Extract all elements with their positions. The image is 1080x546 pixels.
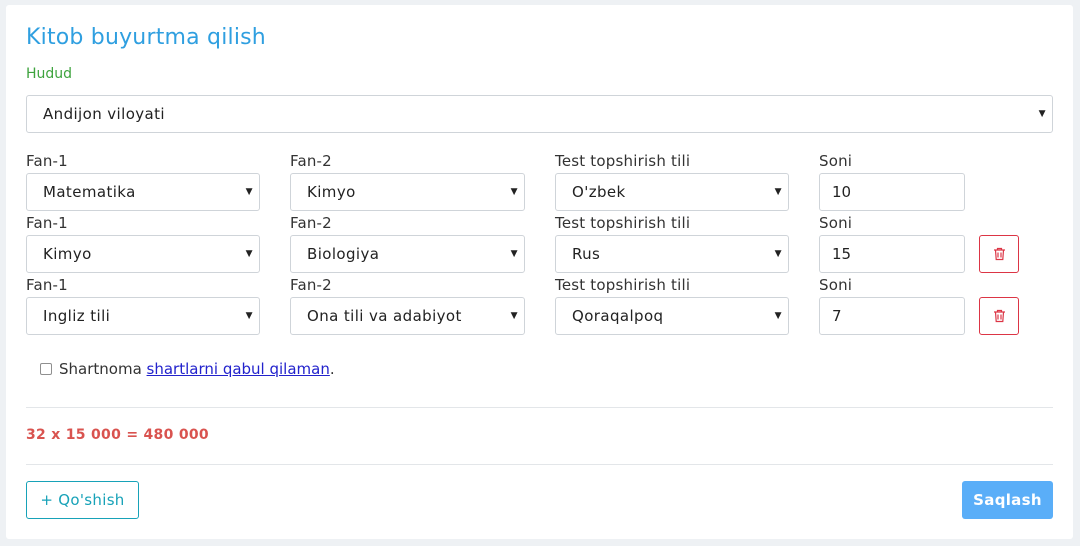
agreement-suffix: . xyxy=(329,360,335,378)
language-label: Test topshirish tili xyxy=(555,214,691,232)
caret-down-icon: ▼ xyxy=(245,249,253,259)
subject2-select[interactable]: Kimyo ▼ xyxy=(290,173,525,211)
language-select[interactable]: Qoraqalpoq ▼ xyxy=(555,297,789,335)
agreement-prefix: Shartnoma xyxy=(59,360,142,378)
trash-icon xyxy=(993,247,1005,261)
quantity-label: Soni xyxy=(819,152,853,170)
language-select-value: Qoraqalpoq xyxy=(572,307,664,325)
subject2-label: Fan-2 xyxy=(290,152,332,170)
subject1-select[interactable]: Kimyo ▼ xyxy=(26,235,260,273)
caret-down-icon: ▼ xyxy=(774,311,782,321)
subject2-label: Fan-2 xyxy=(290,276,332,294)
order-total: 32 x 15 000 = 480 000 xyxy=(26,427,209,443)
subject1-select-value: Kimyo xyxy=(43,245,92,263)
subject1-select[interactable]: Matematika ▼ xyxy=(26,173,260,211)
trash-icon xyxy=(993,309,1005,323)
subject2-select-value: Ona tili va adabiyot xyxy=(307,307,462,325)
caret-down-icon: ▼ xyxy=(245,187,253,197)
caret-down-icon: ▼ xyxy=(245,311,253,321)
subject1-select[interactable]: Ingliz tili ▼ xyxy=(26,297,260,335)
delete-row-button[interactable] xyxy=(979,235,1019,273)
subject2-select[interactable]: Biologiya ▼ xyxy=(290,235,525,273)
subject1-label: Fan-1 xyxy=(26,152,68,170)
agreement-row: Shartnoma shartlarni qabul qilaman. xyxy=(40,360,335,378)
quantity-input[interactable]: 15 xyxy=(819,235,965,273)
caret-down-icon: ▼ xyxy=(774,187,782,197)
caret-down-icon: ▼ xyxy=(1038,109,1046,119)
page-title: Kitob buyurtma qilish xyxy=(26,25,266,50)
terms-link[interactable]: shartlarni qabul qilaman xyxy=(147,360,330,378)
region-select-value: Andijon viloyati xyxy=(43,105,165,123)
quantity-input[interactable]: 10 xyxy=(819,173,965,211)
divider xyxy=(26,407,1053,408)
subject1-label: Fan-1 xyxy=(26,276,68,294)
divider xyxy=(26,464,1053,465)
add-row-button[interactable]: + Qo'shish xyxy=(26,481,139,519)
subject1-select-value: Matematika xyxy=(43,183,136,201)
caret-down-icon: ▼ xyxy=(510,311,518,321)
caret-down-icon: ▼ xyxy=(510,187,518,197)
subject2-select-value: Kimyo xyxy=(307,183,356,201)
agreement-checkbox[interactable] xyxy=(40,363,52,375)
save-button[interactable]: Saqlash xyxy=(962,481,1053,519)
subject2-select-value: Biologiya xyxy=(307,245,380,263)
subject2-select[interactable]: Ona tili va adabiyot ▼ xyxy=(290,297,525,335)
region-select[interactable]: Andijon viloyati ▼ xyxy=(26,95,1053,133)
caret-down-icon: ▼ xyxy=(774,249,782,259)
language-select-value: O'zbek xyxy=(572,183,626,201)
language-select[interactable]: O'zbek ▼ xyxy=(555,173,789,211)
subject2-label: Fan-2 xyxy=(290,214,332,232)
quantity-label: Soni xyxy=(819,276,853,294)
quantity-input[interactable]: 7 xyxy=(819,297,965,335)
language-select-value: Rus xyxy=(572,245,601,263)
quantity-label: Soni xyxy=(819,214,853,232)
language-label: Test topshirish tili xyxy=(555,276,691,294)
language-select[interactable]: Rus ▼ xyxy=(555,235,789,273)
delete-row-button[interactable] xyxy=(979,297,1019,335)
region-label: Hudud xyxy=(26,66,73,82)
subject1-select-value: Ingliz tili xyxy=(43,307,111,325)
caret-down-icon: ▼ xyxy=(510,249,518,259)
order-form-card: Kitob buyurtma qilish Hudud Andijon vilo… xyxy=(6,5,1073,539)
language-label: Test topshirish tili xyxy=(555,152,691,170)
subject1-label: Fan-1 xyxy=(26,214,68,232)
